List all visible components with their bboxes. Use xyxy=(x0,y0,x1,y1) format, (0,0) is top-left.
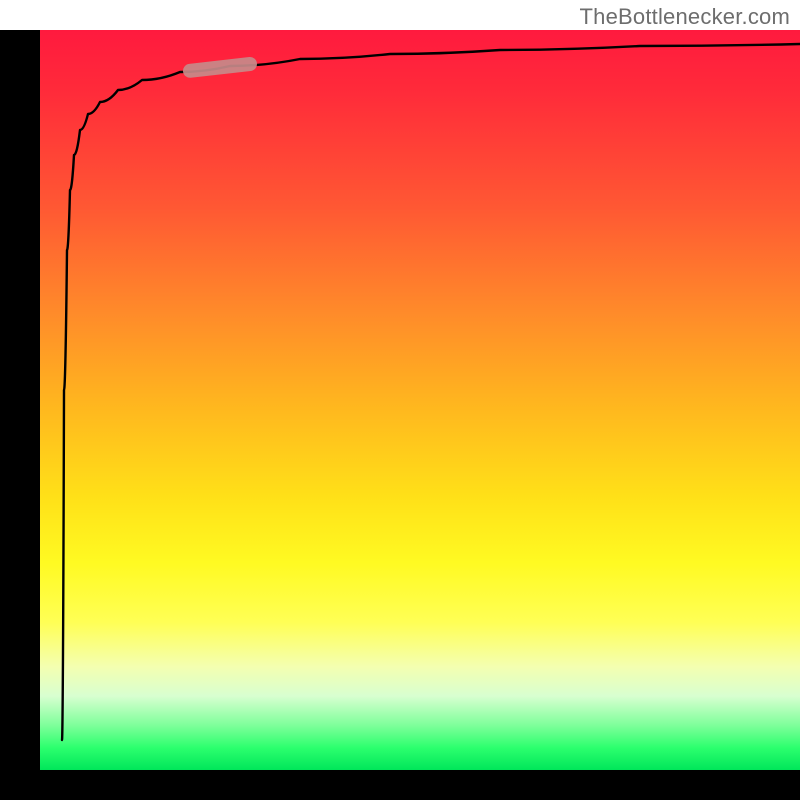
bottom-axis-band xyxy=(0,770,800,800)
watermark-text: TheBottlenecker.com xyxy=(580,4,790,30)
curve-layer xyxy=(40,30,800,770)
left-axis-band xyxy=(0,30,40,770)
highlight-segment xyxy=(190,64,250,71)
curve-path xyxy=(62,44,800,740)
chart-stage: TheBottlenecker.com xyxy=(0,0,800,800)
plot-area xyxy=(40,30,800,770)
